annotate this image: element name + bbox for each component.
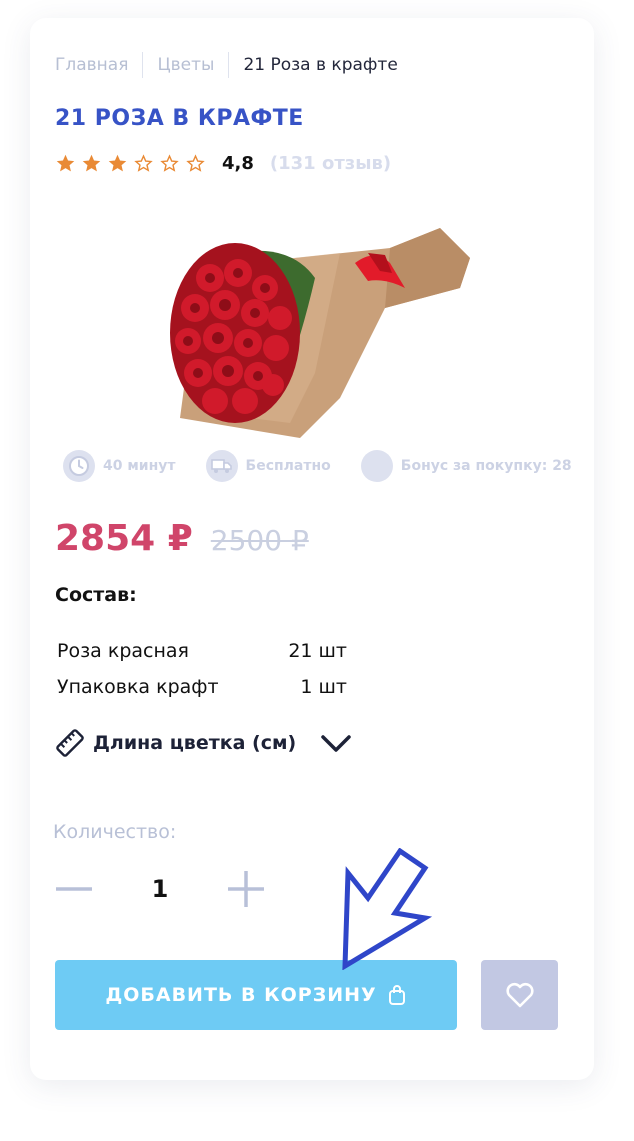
rating-value: 4,8 [222, 152, 254, 174]
reviews-count[interactable]: (131 отзыв) [270, 153, 391, 174]
product-card: Главная Цветы 21 Роза в крафте 21 РОЗА В… [30, 18, 594, 1080]
quantity-value[interactable]: 1 [95, 875, 225, 903]
composition-item-qty: 21 шт [288, 640, 347, 662]
add-to-cart-label: ДОБАВИТЬ В КОРЗИНУ [105, 984, 377, 1006]
product-title: 21 РОЗА В КРАФТЕ [55, 106, 304, 131]
clock-icon [63, 450, 95, 482]
minus-icon [56, 887, 92, 891]
feature-delivery-time-label: 40 минут [103, 458, 176, 474]
chevron-down-icon[interactable] [318, 728, 354, 758]
feature-free-delivery: Бесплатно [205, 450, 331, 482]
truck-icon [205, 450, 238, 482]
feature-bonus-label: Бонус за покупку: 28 [400, 458, 572, 474]
feature-free-delivery-label: Бесплатно [245, 458, 331, 474]
breadcrumb-home[interactable]: Главная [55, 55, 128, 75]
add-to-cart-button[interactable]: ДОБАВИТЬ В КОРЗИНУ [55, 960, 457, 1030]
shopping-bag-icon [388, 985, 405, 1005]
price: 2854 ₽ 2500 ₽ [55, 518, 309, 559]
breadcrumb-flowers[interactable]: Цветы [157, 55, 214, 75]
star-empty-icon [134, 153, 153, 172]
composition-item-name: Роза красная [57, 640, 189, 662]
breadcrumb-separator [228, 52, 230, 78]
current-price: 2854 ₽ [55, 518, 193, 559]
composition-item-qty: 1 шт [300, 676, 347, 698]
product-image [170, 228, 470, 438]
star-empty-icon [160, 153, 179, 172]
composition-item-name: Упаковка крафт [57, 676, 219, 698]
star-filled-icon [82, 154, 101, 171]
flower-length-dropdown[interactable]: Длина цветка (см) [55, 728, 354, 758]
breadcrumb-separator [142, 52, 144, 78]
increment-button[interactable] [225, 868, 267, 910]
flower-length-label: Длина цветка (см) [93, 732, 297, 754]
rating-stars [55, 153, 206, 174]
decrement-button[interactable] [53, 868, 95, 910]
ruler-icon [56, 729, 84, 757]
feature-bonus: Бонус за покупку: 28 [360, 450, 572, 482]
breadcrumb-current: 21 Роза в крафте [243, 55, 398, 75]
plus-icon [228, 871, 264, 907]
composition-row: Упаковка крафт 1 шт [57, 676, 347, 698]
star-filled-icon [56, 154, 75, 171]
heart-icon [505, 982, 534, 1008]
features: 40 минут Бесплатно Бонус за покупку: 28 [63, 450, 572, 482]
star-filled-icon [108, 154, 127, 171]
composition-title: Состав: [55, 584, 137, 606]
feature-delivery-time: 40 минут [63, 450, 176, 482]
breadcrumb: Главная Цветы 21 Роза в крафте [55, 52, 398, 78]
favorite-button[interactable] [481, 960, 558, 1030]
star-empty-icon [186, 153, 205, 172]
bonus-icon [360, 450, 393, 482]
pointer-arrow-annotation [342, 848, 433, 970]
quantity-stepper: 1 [53, 868, 267, 910]
rating: 4,8 (131 отзыв) [55, 150, 391, 176]
old-price: 2500 ₽ [210, 524, 309, 557]
composition-row: Роза красная 21 шт [57, 640, 347, 662]
quantity-label: Количество: [53, 821, 177, 843]
